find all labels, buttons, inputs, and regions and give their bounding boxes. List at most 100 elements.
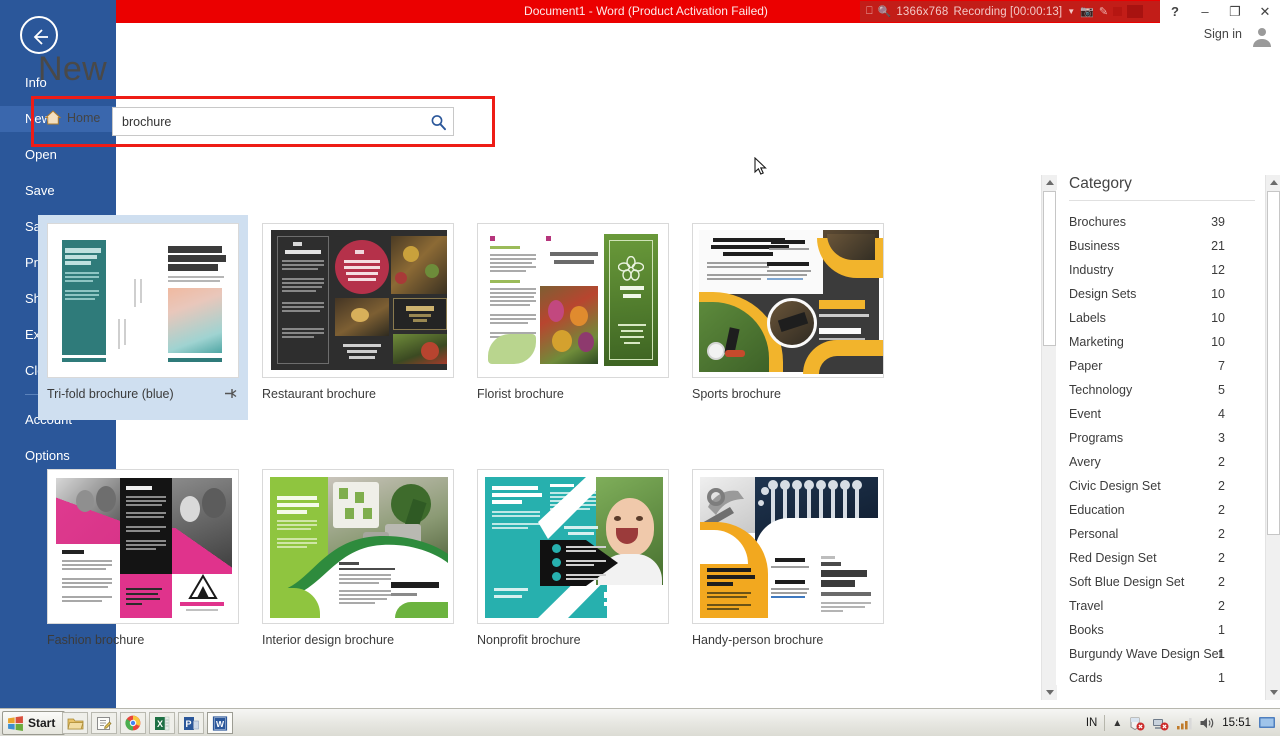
- category-item-brochures[interactable]: Brochures 39: [1069, 210, 1265, 234]
- category-count: 1: [1218, 623, 1225, 637]
- template-name: Interior design brochure: [262, 633, 395, 647]
- category-item-marketing[interactable]: Marketing 10: [1069, 330, 1265, 354]
- category-count: 10: [1211, 311, 1225, 325]
- scroll-down-button[interactable]: [1042, 685, 1057, 700]
- back-button[interactable]: [20, 16, 58, 54]
- category-item-burgundy-wave-design-set[interactable]: Burgundy Wave Design Set 1: [1069, 642, 1265, 666]
- recorder-close-button[interactable]: [1127, 5, 1144, 18]
- taskbar-powerpoint-icon[interactable]: P: [178, 712, 204, 734]
- help-button[interactable]: ?: [1160, 0, 1190, 23]
- security-alert-icon[interactable]: [1129, 716, 1145, 731]
- chevron-up-icon: [1045, 180, 1054, 185]
- scroll-up-button[interactable]: [1266, 175, 1280, 190]
- system-tray: IN ▲ 15:51: [1086, 709, 1276, 736]
- network-alert-icon[interactable]: [1152, 716, 1169, 731]
- category-label: Industry: [1069, 263, 1114, 277]
- template-thumbnail: [262, 223, 454, 378]
- taskbar-excel-icon[interactable]: X: [149, 712, 175, 734]
- flower-icon: [618, 256, 644, 281]
- screen-icon[interactable]: ⎕: [866, 5, 873, 18]
- category-label: Labels: [1069, 311, 1106, 325]
- speaker-icon[interactable]: [1199, 716, 1215, 730]
- template-name: Florist brochure: [477, 387, 564, 401]
- close-button[interactable]: ✕: [1250, 0, 1280, 23]
- category-label: Brochures: [1069, 215, 1126, 229]
- taskbar-folder-icon[interactable]: [62, 712, 88, 734]
- scroll-down-button[interactable]: [1266, 685, 1280, 700]
- category-label: Avery: [1069, 455, 1101, 469]
- home-link[interactable]: Home: [45, 110, 100, 125]
- scrollbar-thumb[interactable]: [1267, 191, 1280, 535]
- search-button[interactable]: [427, 112, 449, 133]
- taskbar-notepad-icon[interactable]: [91, 712, 117, 734]
- category-label: Marketing: [1069, 335, 1124, 349]
- taskbar-clock[interactable]: 15:51: [1222, 717, 1251, 729]
- chevron-down-icon[interactable]: ▼: [1067, 7, 1075, 16]
- start-button[interactable]: Start: [2, 711, 66, 735]
- start-label: Start: [28, 716, 56, 730]
- template-name: Sports brochure: [692, 387, 781, 401]
- category-label: Travel: [1069, 599, 1104, 613]
- category-item-avery[interactable]: Avery 2: [1069, 450, 1265, 474]
- pen-icon[interactable]: ✎: [1099, 5, 1108, 18]
- pin-icon[interactable]: [224, 387, 237, 405]
- template-card-tri-fold-brochure-blue[interactable]: Tri-fold brochure (blue): [38, 215, 248, 420]
- scroll-up-button[interactable]: [1042, 175, 1057, 190]
- category-label: Personal: [1069, 527, 1119, 541]
- category-item-personal[interactable]: Personal 2: [1069, 522, 1265, 546]
- template-card-fashion-brochure[interactable]: Fashion brochure: [38, 461, 248, 666]
- category-item-labels[interactable]: Labels 10: [1069, 306, 1265, 330]
- restore-button[interactable]: ❐: [1220, 0, 1250, 23]
- svg-text:X: X: [157, 719, 163, 729]
- category-list: Brochures 39 Business 21 Industry 12 Design…: [1069, 210, 1265, 690]
- signal-bars-icon[interactable]: [1176, 716, 1192, 730]
- recorder-stop-button[interactable]: [1113, 7, 1123, 16]
- category-item-soft-blue-design-set[interactable]: Soft Blue Design Set 2: [1069, 570, 1265, 594]
- category-item-event[interactable]: Event 4: [1069, 402, 1265, 426]
- template-card-restaurant-brochure[interactable]: Restaurant brochure: [253, 215, 463, 420]
- taskbar-word-icon[interactable]: W: [207, 712, 233, 734]
- minimize-button[interactable]: –: [1190, 0, 1220, 23]
- category-scrollbar[interactable]: [1265, 175, 1280, 700]
- template-search-box[interactable]: [112, 107, 454, 136]
- mouse-cursor: [754, 157, 767, 175]
- template-card-handy-person-brochure[interactable]: Handy-person brochure: [683, 461, 893, 666]
- category-count: 10: [1211, 287, 1225, 301]
- scrollbar-thumb[interactable]: [1043, 191, 1056, 346]
- category-item-programs[interactable]: Programs 3: [1069, 426, 1265, 450]
- category-item-cards[interactable]: Cards 1: [1069, 666, 1265, 690]
- category-item-industry[interactable]: Industry 12: [1069, 258, 1265, 282]
- category-count: 10: [1211, 335, 1225, 349]
- tray-divider: [1104, 715, 1106, 731]
- magnifier-icon[interactable]: 🔍: [878, 5, 892, 18]
- category-item-technology[interactable]: Technology 5: [1069, 378, 1265, 402]
- template-card-sports-brochure[interactable]: Sports brochure: [683, 215, 893, 420]
- category-item-business[interactable]: Business 21: [1069, 234, 1265, 258]
- category-label: Red Design Set: [1069, 551, 1157, 565]
- category-item-red-design-set[interactable]: Red Design Set 2: [1069, 546, 1265, 570]
- category-item-books[interactable]: Books 1: [1069, 618, 1265, 642]
- template-card-nonprofit-brochure[interactable]: Nonprofit brochure: [468, 461, 678, 666]
- search-input[interactable]: [122, 108, 412, 135]
- templates-scrollbar[interactable]: [1041, 175, 1057, 700]
- category-item-civic-design-set[interactable]: Civic Design Set 2: [1069, 474, 1265, 498]
- category-item-education[interactable]: Education 2: [1069, 498, 1265, 522]
- screen-recorder-widget[interactable]: ⎕ 🔍 1366x768 Recording [00:00:13] ▼ 📷 ✎: [860, 1, 1178, 22]
- chevron-up-icon[interactable]: ▲: [1112, 718, 1122, 729]
- sign-in-link[interactable]: Sign in: [1204, 27, 1242, 41]
- template-thumbnail: [692, 469, 884, 624]
- category-count: 4: [1218, 407, 1225, 421]
- category-label: Soft Blue Design Set: [1069, 575, 1185, 589]
- category-count: 1: [1218, 647, 1225, 661]
- category-count: 2: [1218, 575, 1225, 589]
- category-item-paper[interactable]: Paper 7: [1069, 354, 1265, 378]
- category-divider: [1069, 200, 1255, 201]
- language-indicator[interactable]: IN: [1086, 717, 1098, 729]
- taskbar-chrome-icon[interactable]: [120, 712, 146, 734]
- template-card-interior-design-brochure[interactable]: Interior design brochure: [253, 461, 463, 666]
- template-card-florist-brochure[interactable]: Florist brochure: [468, 215, 678, 420]
- category-item-design-sets[interactable]: Design Sets 10: [1069, 282, 1265, 306]
- category-item-travel[interactable]: Travel 2: [1069, 594, 1265, 618]
- camera-icon[interactable]: 📷: [1080, 5, 1094, 18]
- show-desktop-icon[interactable]: [1258, 716, 1276, 730]
